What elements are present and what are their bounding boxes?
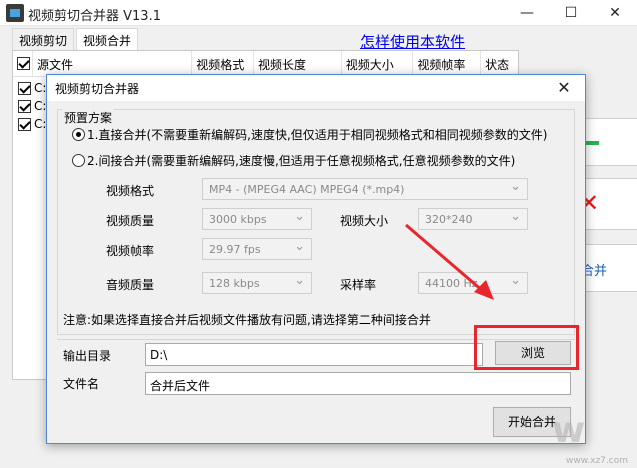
watermark-url: www.xz7.com [566,456,628,466]
red-arrow-icon [405,223,494,300]
